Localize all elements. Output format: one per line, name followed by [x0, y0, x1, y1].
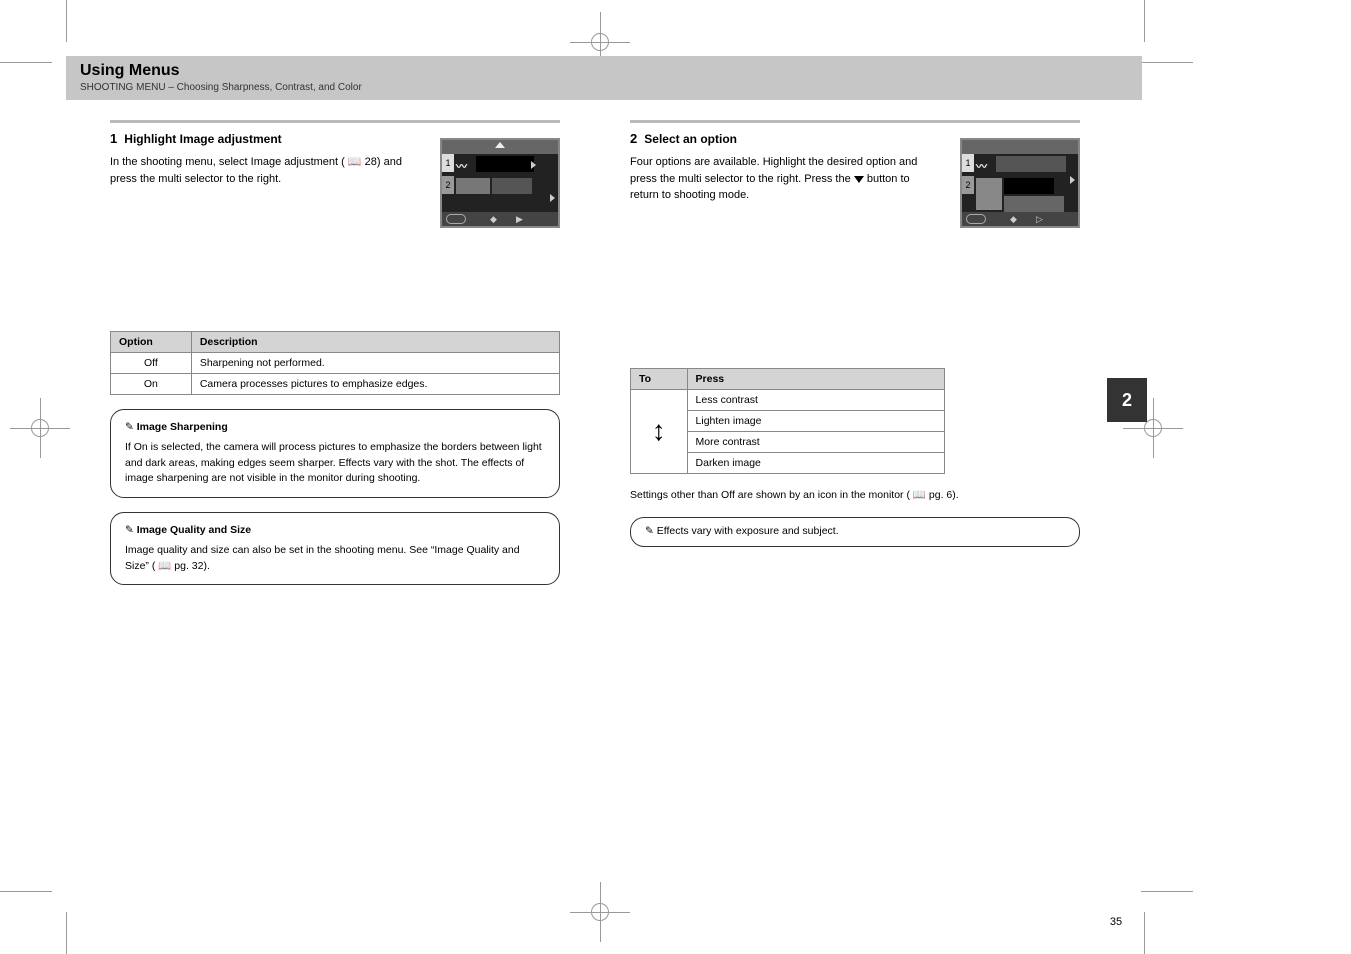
- crop-mark: [1144, 0, 1145, 42]
- left-column: 1 Highlight Image adjustment In the shoo…: [110, 120, 560, 585]
- nav-arrow-icon: ▶: [516, 214, 523, 225]
- registration-mark-left: [10, 398, 70, 458]
- page-ref-icon: 📖: [348, 156, 362, 168]
- step-2-body: Four options are available. Highlight th…: [630, 154, 930, 204]
- page-ref-icon: 📖: [158, 560, 171, 572]
- info-box-quality: ✎ Image Quality and Size Image quality a…: [110, 512, 560, 585]
- step-number: 2: [630, 131, 637, 146]
- step-number: 1: [110, 131, 117, 146]
- crop-mark: [0, 62, 52, 63]
- table-header: Option: [111, 332, 192, 353]
- crop-mark: [66, 0, 67, 42]
- step-1-body: In the shooting menu, select Image adjus…: [110, 154, 410, 187]
- options-table-2: To Press ↕ Less contrast Lighten image M…: [630, 368, 945, 474]
- scroll-icon-cell: ↕: [631, 389, 688, 473]
- info-box-effects: ✎ Effects vary with exposure and subject…: [630, 517, 1080, 547]
- menu-icon: [446, 214, 466, 224]
- info-icon: ✎: [645, 525, 657, 537]
- triangle-down-icon: [854, 176, 864, 183]
- info-icon: ✎: [125, 524, 137, 536]
- chapter-tab: 2: [1107, 378, 1147, 422]
- table-row: On Camera processes pictures to emphasiz…: [111, 374, 560, 395]
- lcd-tab-1: 1: [962, 154, 974, 172]
- nav-dots-icon: ◆: [1010, 214, 1017, 225]
- lcd-screenshot-2: 1 〰 2 ◆ ▷: [960, 138, 1080, 228]
- crop-mark: [1141, 891, 1193, 892]
- lcd-tab-1: 1: [442, 154, 454, 172]
- lcd-screenshot-1: 1 〰 2 ◆ ▶: [440, 138, 560, 228]
- triangle-up-icon: [495, 142, 505, 148]
- table-header: Press: [687, 368, 944, 389]
- nav-dots-icon: ◆: [490, 214, 497, 225]
- right-column: 2 Select an option Four options are avai…: [630, 120, 1080, 547]
- adjust-icon: 〰: [976, 158, 987, 174]
- options-table-1: Option Description Off Sharpening not pe…: [110, 331, 560, 395]
- table-row: Off Sharpening not performed.: [111, 353, 560, 374]
- triangle-right-icon: [1070, 176, 1075, 184]
- step-title: Highlight Image adjustment: [124, 132, 281, 146]
- crop-mark: [1144, 912, 1145, 954]
- adjust-icon: 〰: [456, 158, 467, 174]
- header-bar: Using Menus SHOOTING MENU – Choosing Sha…: [66, 56, 1142, 100]
- lcd-tab-2: 2: [962, 176, 974, 194]
- crop-mark: [66, 912, 67, 954]
- info-icon: ✎: [125, 421, 137, 433]
- page-subtitle: SHOOTING MENU – Choosing Sharpness, Cont…: [80, 82, 1128, 93]
- step-title: Select an option: [644, 132, 737, 146]
- note-text: Settings other than Off are shown by an …: [630, 488, 1080, 504]
- crop-mark: [1141, 62, 1193, 63]
- up-down-arrow-icon: ↕: [652, 420, 666, 442]
- crop-mark: [0, 891, 52, 892]
- page-title: Using Menus: [80, 62, 1128, 80]
- table-row: ↕ Less contrast: [631, 389, 945, 410]
- registration-mark-bottom: [570, 882, 630, 942]
- page-ref-icon: 📖: [913, 489, 926, 501]
- menu-icon: [966, 214, 986, 224]
- triangle-right-icon: [531, 161, 536, 169]
- table-header: Description: [191, 332, 559, 353]
- lcd-tab-2: 2: [442, 176, 454, 194]
- page-number: 35: [1101, 916, 1131, 928]
- info-box-sharpening: ✎ Image Sharpening If On is selected, th…: [110, 409, 560, 498]
- triangle-right-icon: [550, 194, 555, 202]
- table-header: To: [631, 368, 688, 389]
- nav-arrow-icon: ▷: [1036, 214, 1043, 225]
